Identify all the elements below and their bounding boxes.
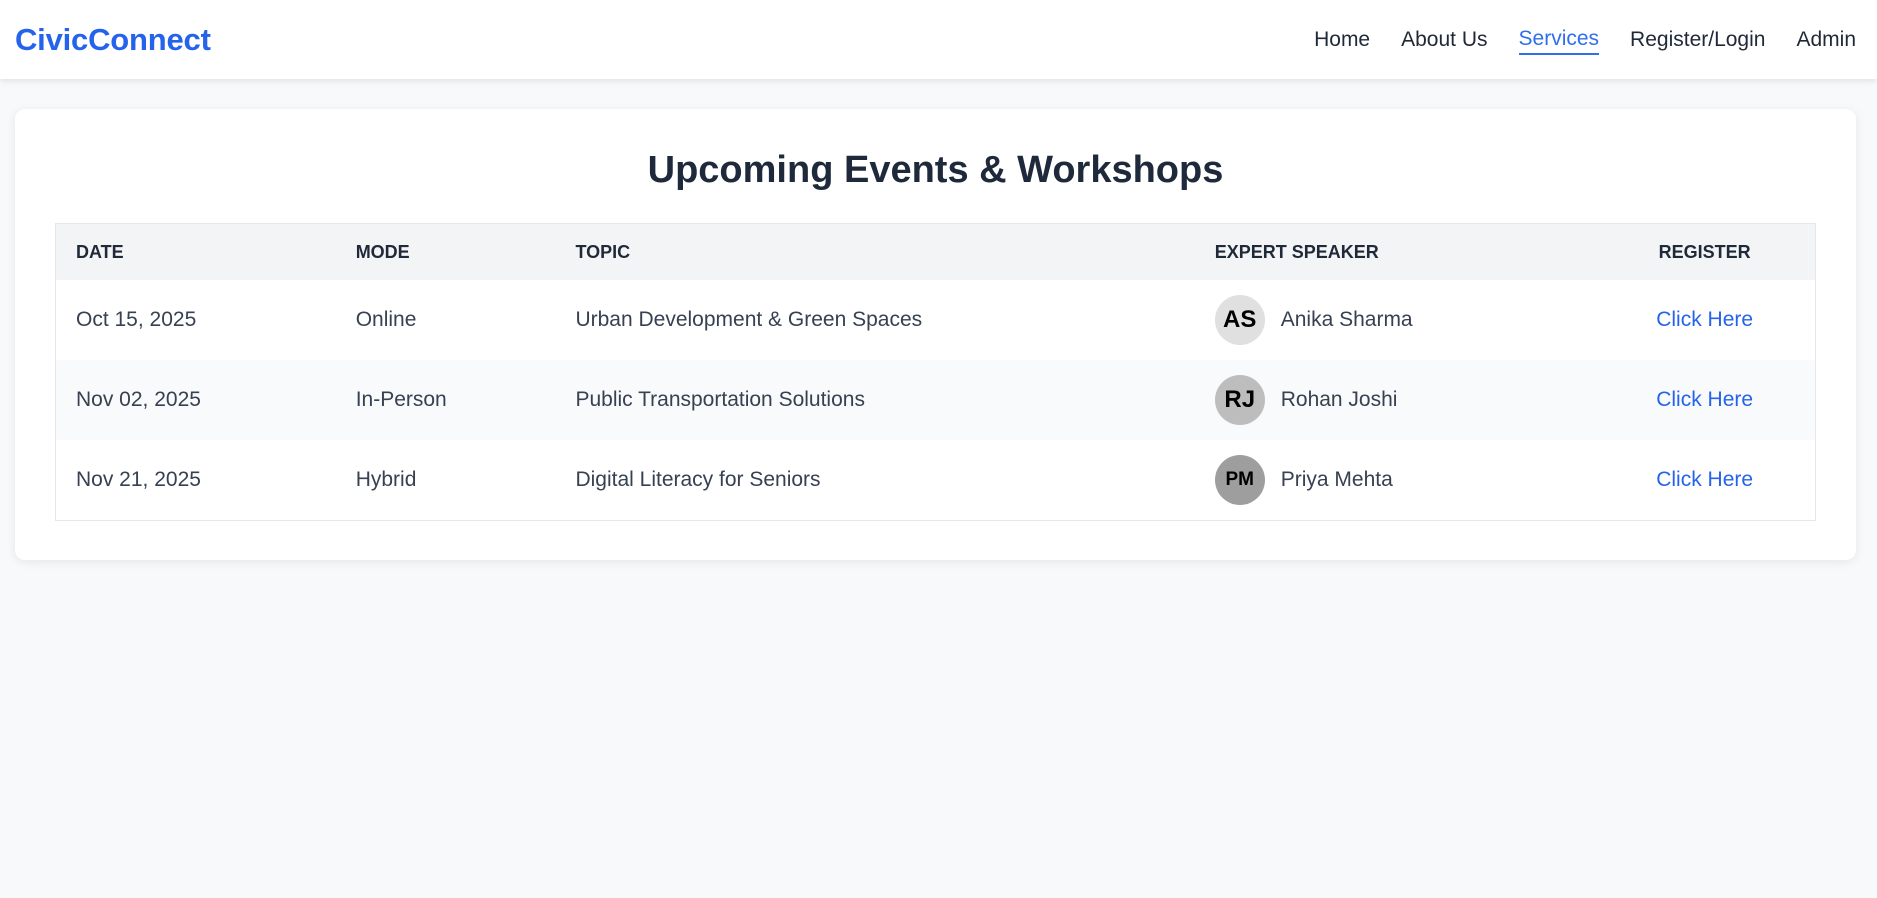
avatar: PM (1214, 455, 1265, 505)
page-title: Upcoming Events & Workshops (647, 149, 1224, 191)
top-nav-bar: CivicConnect Home About Us Services Regi… (0, 0, 1877, 79)
event-topic: Digital Literacy for Seniors (575, 468, 821, 491)
register-link[interactable]: Click Here (1656, 308, 1753, 331)
event-mode: In-Person (355, 388, 447, 411)
event-date: Nov 21, 2025 (76, 468, 201, 491)
nav-services[interactable]: Services (1518, 25, 1600, 55)
event-date: Oct 15, 2025 (76, 308, 197, 331)
event-mode: Hybrid (355, 468, 417, 491)
header-expert-speaker: EXPERT SPEAKER (1214, 241, 1379, 262)
brand-logo[interactable]: CivicConnect (15, 22, 211, 58)
main-nav: Home About Us Services Register/Login Ad… (1283, 25, 1856, 55)
event-mode: Online (355, 308, 417, 331)
speaker-name: Anika Sharma (1280, 308, 1413, 331)
header-topic: TOPIC (575, 241, 631, 262)
table-row: Nov 02, 2025 In-Person Public Transporta… (56, 360, 1815, 440)
header-mode: MODE (355, 241, 410, 262)
register-cell: Click Here (1594, 468, 1815, 492)
header-date: DATE (76, 241, 124, 262)
table-row: Nov 21, 2025 Hybrid Digital Literacy for… (56, 440, 1815, 520)
speaker-name: Priya Mehta (1280, 468, 1393, 491)
event-speaker: PM Priya Mehta (1195, 455, 1595, 505)
event-speaker: AS Anika Sharma (1195, 295, 1595, 345)
nav-about-us[interactable]: About Us (1401, 26, 1487, 54)
avatar: RJ (1214, 375, 1265, 425)
speaker-name: Rohan Joshi (1280, 388, 1398, 411)
avatar: AS (1214, 295, 1265, 345)
register-cell: Click Here (1594, 388, 1815, 412)
nav-register-login[interactable]: Register/Login (1630, 26, 1765, 54)
table-row: Oct 15, 2025 Online Urban Development & … (56, 280, 1815, 360)
table-header-row: DATE MODE TOPIC EXPERT SPEAKER REGISTER (56, 224, 1815, 280)
register-link[interactable]: Click Here (1656, 388, 1753, 411)
register-link[interactable]: Click Here (1656, 468, 1753, 491)
events-card: Upcoming Events & Workshops DATE MODE TO… (15, 109, 1856, 560)
register-cell: Click Here (1594, 308, 1815, 332)
nav-home[interactable]: Home (1314, 26, 1370, 54)
event-speaker: RJ Rohan Joshi (1195, 375, 1595, 425)
events-table: DATE MODE TOPIC EXPERT SPEAKER REGISTER … (55, 223, 1816, 521)
header-register: REGISTER (1658, 241, 1751, 262)
event-date: Nov 02, 2025 (76, 388, 201, 411)
event-topic: Urban Development & Green Spaces (575, 308, 923, 331)
event-topic: Public Transportation Solutions (575, 388, 865, 411)
nav-admin[interactable]: Admin (1796, 26, 1856, 54)
